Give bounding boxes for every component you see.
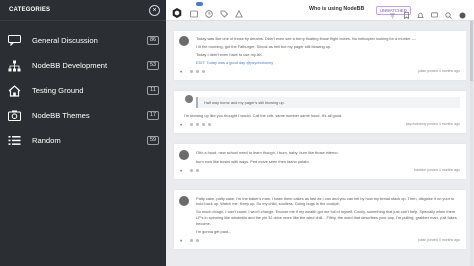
post-content: Ohh a hood, new school need to learn tho… <box>196 150 460 164</box>
post-paragraph: Patty cake, patty cake, I'm the baker's … <box>196 195 455 207</box>
post: Half way home and my pager's still blowi… <box>174 90 466 135</box>
search-icon[interactable] <box>445 6 452 19</box>
nav-icons <box>190 5 243 18</box>
avatar[interactable] <box>185 95 193 104</box>
category-nodebb-themes[interactable]: NodeBB Themes 17 <box>0 103 166 128</box>
categories-sidebar: CATEGORIES × General Discussion 86 NodeB… <box>0 0 166 266</box>
category-count: 11 <box>147 86 159 95</box>
post-paragraph: I'm gonna get paid... <box>196 228 232 234</box>
avatar[interactable] <box>179 195 189 206</box>
category-label: Testing Ground <box>32 86 84 95</box>
list-icon <box>7 134 22 147</box>
category-label: NodeBB Development <box>32 61 108 70</box>
post-timestamp[interactable]: psychobunny posted 4 months ago <box>406 122 460 126</box>
vote-controls[interactable]: ♥ <box>180 122 182 127</box>
chat-icon <box>7 34 22 47</box>
post-paragraph: Today was like one of those fly dreams. … <box>196 36 416 41</box>
post-footer: ♥ barisfun posted 4 months ago <box>180 167 460 175</box>
category-count: 17 <box>147 111 159 120</box>
quoted-text: Half way home and my pager's still blowi… <box>196 97 460 109</box>
category-testing-ground[interactable]: Testing Ground 11 <box>0 78 166 103</box>
top-navbar: Who is using NodeBB UNWATCHED <box>166 0 474 21</box>
post-tools[interactable] <box>190 123 211 127</box>
user-menu-icon[interactable] <box>459 6 466 19</box>
category-count: 86 <box>147 36 159 45</box>
chat-icon[interactable] <box>431 6 438 18</box>
post-paragraph: Today I didn't even have to use my AK. <box>196 52 263 58</box>
post-content: Patty cake, patty cake, I'm the baker's … <box>196 196 460 235</box>
category-count: 59 <box>147 136 159 145</box>
sitemap-icon <box>7 59 22 72</box>
post-footer: ♥ psychobunny posted 4 months ago <box>180 121 460 129</box>
scrollbar-thumb[interactable] <box>470 21 473 81</box>
post-paragraph: So much dough, I can't count. I won't ch… <box>196 209 457 226</box>
post-content: Today was like one of those fly dreams. … <box>196 36 460 66</box>
post: Patty cake, patty cake, I'm the baker's … <box>174 188 466 250</box>
post-paragraph: I lit the morning, got the Fatburger. Sh… <box>196 44 332 50</box>
post-content: I'm blowing up like you thought I would.… <box>184 113 460 119</box>
post: Today was like one of those fly dreams. … <box>174 30 466 82</box>
post-paragraph: burn now like bosini with ways. Ped move… <box>196 158 310 164</box>
vote-controls[interactable]: ♥ <box>180 69 182 74</box>
bookmark-icon[interactable] <box>403 6 410 20</box>
topic-posts: Today was like one of those fly dreams. … <box>166 21 474 266</box>
camera-icon <box>7 109 22 122</box>
category-label: General Discussion <box>32 36 98 45</box>
sidebar-title: CATEGORIES <box>9 7 51 13</box>
post-footer: ♥ julian posted 4 months ago <box>180 237 460 245</box>
vote-controls[interactable]: ♥ <box>180 238 182 243</box>
notifications-icon[interactable] <box>190 5 198 18</box>
category-count: 53 <box>147 61 159 70</box>
post-tools[interactable] <box>190 70 205 74</box>
app-root: CATEGORIES × General Discussion 86 NodeB… <box>0 0 474 266</box>
post-paragraph: I'm blowing up like you thought I would.… <box>184 113 343 119</box>
category-random[interactable]: Random 59 <box>0 128 166 153</box>
category-nodebb-development[interactable]: NodeBB Development 53 <box>0 53 166 78</box>
bell-icon[interactable] <box>417 6 424 18</box>
category-general-discussion[interactable]: General Discussion 86 <box>0 28 166 53</box>
post-paragraph: EDIT: Today was a good day @psychobunny <box>196 60 274 66</box>
post: Ohh a hood, new school need to learn tho… <box>174 143 466 180</box>
avatar[interactable] <box>179 36 189 46</box>
post-footer: ♥ julian posted 4 months ago <box>180 68 460 76</box>
post-paragraph: Ohh a hood, new school need to learn tho… <box>196 150 338 156</box>
topic-title: Who is using NodeBB <box>309 6 365 12</box>
tags-icon[interactable] <box>220 5 229 18</box>
post-tools[interactable] <box>190 168 199 172</box>
sort-icon[interactable] <box>389 6 396 19</box>
topbar-right-icons <box>389 6 466 20</box>
home-icon <box>7 84 22 97</box>
nodebb-logo-icon[interactable] <box>172 5 182 18</box>
post-timestamp[interactable]: barisfun posted 4 months ago <box>414 168 460 172</box>
post-timestamp[interactable]: julian posted 4 months ago <box>418 69 460 73</box>
category-label: NodeBB Themes <box>32 111 90 120</box>
close-sidebar-button[interactable]: × <box>149 4 160 16</box>
post-timestamp[interactable]: julian posted 4 months ago <box>418 238 460 242</box>
sidebar-header: CATEGORIES × <box>0 0 166 21</box>
scrollbar[interactable] <box>470 21 473 266</box>
popular-icon[interactable] <box>235 5 243 18</box>
category-label: Random <box>32 136 61 145</box>
post-tools[interactable] <box>190 238 199 242</box>
avatar[interactable] <box>179 150 189 161</box>
recent-icon[interactable] <box>205 5 213 18</box>
vote-controls[interactable]: ♥ <box>180 168 182 173</box>
